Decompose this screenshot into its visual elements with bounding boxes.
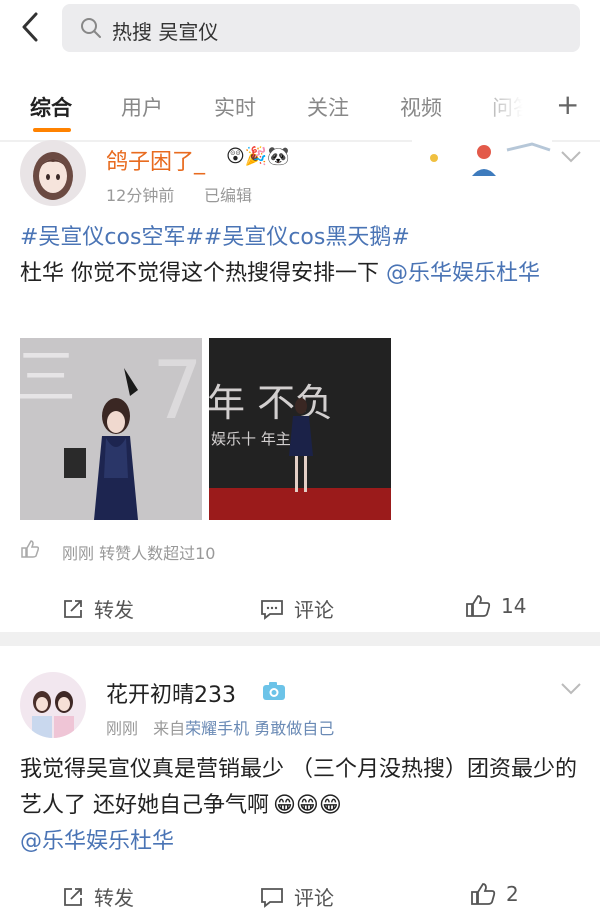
add-tab-icon[interactable]: + — [556, 88, 579, 121]
username[interactable]: 鸽子困了_ — [106, 144, 205, 176]
like-icon — [471, 883, 496, 905]
photo-red-carpet: 三 7 — [20, 338, 202, 520]
tab-realtime[interactable]: 实时 — [214, 92, 256, 122]
repost-label: 转发 — [94, 598, 134, 622]
thumbs-up-icon — [21, 540, 40, 558]
comment-icon — [261, 599, 283, 620]
like-button[interactable]: 2 — [470, 882, 519, 906]
post-source[interactable]: 荣耀手机 勇敢做自己 — [185, 719, 334, 738]
avatar[interactable] — [20, 672, 86, 738]
tab-fade — [470, 88, 540, 128]
svg-text:三: 三 — [20, 343, 76, 413]
tab-bar: 综合 用户 实时 关注 视频 问答 + — [0, 78, 600, 140]
comment-icon — [261, 887, 283, 908]
repost-label: 转发 — [94, 886, 134, 910]
hashtag-link[interactable]: #吴宣仪cos空军##吴宣仪cos黑天鹅# — [20, 225, 410, 250]
tab-users[interactable]: 用户 — [121, 92, 163, 122]
camera-badge-icon — [263, 682, 285, 700]
avatar[interactable] — [20, 140, 86, 206]
badge-icons: 😲🎉🐼 — [226, 146, 290, 167]
search-icon — [81, 18, 101, 38]
like-count: 2 — [506, 882, 519, 906]
engagement-note: 刚刚 转赞人数超过10 — [62, 544, 216, 563]
like-icon — [466, 595, 491, 617]
tab-video[interactable]: 视频 — [400, 92, 442, 122]
post-time: 刚刚 — [106, 719, 139, 738]
tab-following[interactable]: 关注 — [307, 92, 349, 122]
repost-button[interactable]: 转发 — [62, 594, 134, 623]
repost-icon — [64, 599, 82, 618]
post-text: #吴宣仪cos空军##吴宣仪cos黑天鹅# 杜华 你觉不觉得这个热搜得安排一下 … — [20, 220, 585, 292]
post-meta: 刚刚 来自荣耀手机 勇敢做自己 — [106, 715, 334, 739]
repost-icon — [64, 887, 82, 906]
back-arrow-icon[interactable] — [14, 10, 48, 44]
post-image[interactable]: 三 7 — [20, 338, 202, 520]
mention-link[interactable]: @乐华娱乐杜华 — [386, 261, 540, 286]
search-input[interactable]: 热搜 吴宣仪 — [62, 4, 580, 52]
search-query: 热搜 吴宣仪 — [112, 20, 219, 44]
mention-link[interactable]: @乐华娱乐杜华 — [20, 829, 174, 854]
post-text: 我觉得吴宣仪真是营销最少 （三个月没热搜）团资最少的艺人了 还好她自己争气啊 😁😁… — [20, 752, 585, 860]
like-count: 14 — [501, 594, 527, 618]
post-text-content: 杜华 你觉不觉得这个热搜得安排一下 — [20, 261, 379, 286]
top-bar: 热搜 吴宣仪 — [0, 0, 600, 70]
svg-text:7: 7 — [152, 344, 202, 437]
repost-button[interactable]: 转发 — [62, 882, 134, 911]
comment-button[interactable]: 评论 — [260, 882, 334, 911]
grin-emoji-icons: 😁😁😁 — [273, 793, 342, 818]
comment-label: 评论 — [294, 886, 334, 910]
post-time: 12分钟前 — [106, 186, 175, 205]
edited-label: 已编辑 — [204, 186, 253, 205]
chevron-down-icon[interactable] — [560, 682, 582, 696]
avatar-image — [20, 140, 86, 206]
post-image[interactable]: 年 不负 娱乐十 年主题 — [209, 338, 391, 520]
source-prefix: 来自 — [153, 719, 186, 738]
section-divider — [0, 632, 600, 646]
username[interactable]: 花开初晴233 — [106, 677, 236, 709]
chevron-down-icon[interactable] — [560, 150, 582, 164]
tab-comprehensive[interactable]: 综合 — [30, 92, 72, 122]
active-tab-indicator — [33, 128, 71, 132]
photo-stage: 年 不负 娱乐十 年主题 — [209, 338, 391, 520]
comment-label: 评论 — [294, 598, 334, 622]
comment-button[interactable]: 评论 — [260, 594, 334, 623]
poster-text: 年 不负 — [209, 381, 333, 425]
avatar-image — [20, 672, 86, 738]
like-button[interactable]: 14 — [465, 594, 526, 618]
card-decoration-image — [412, 140, 552, 178]
